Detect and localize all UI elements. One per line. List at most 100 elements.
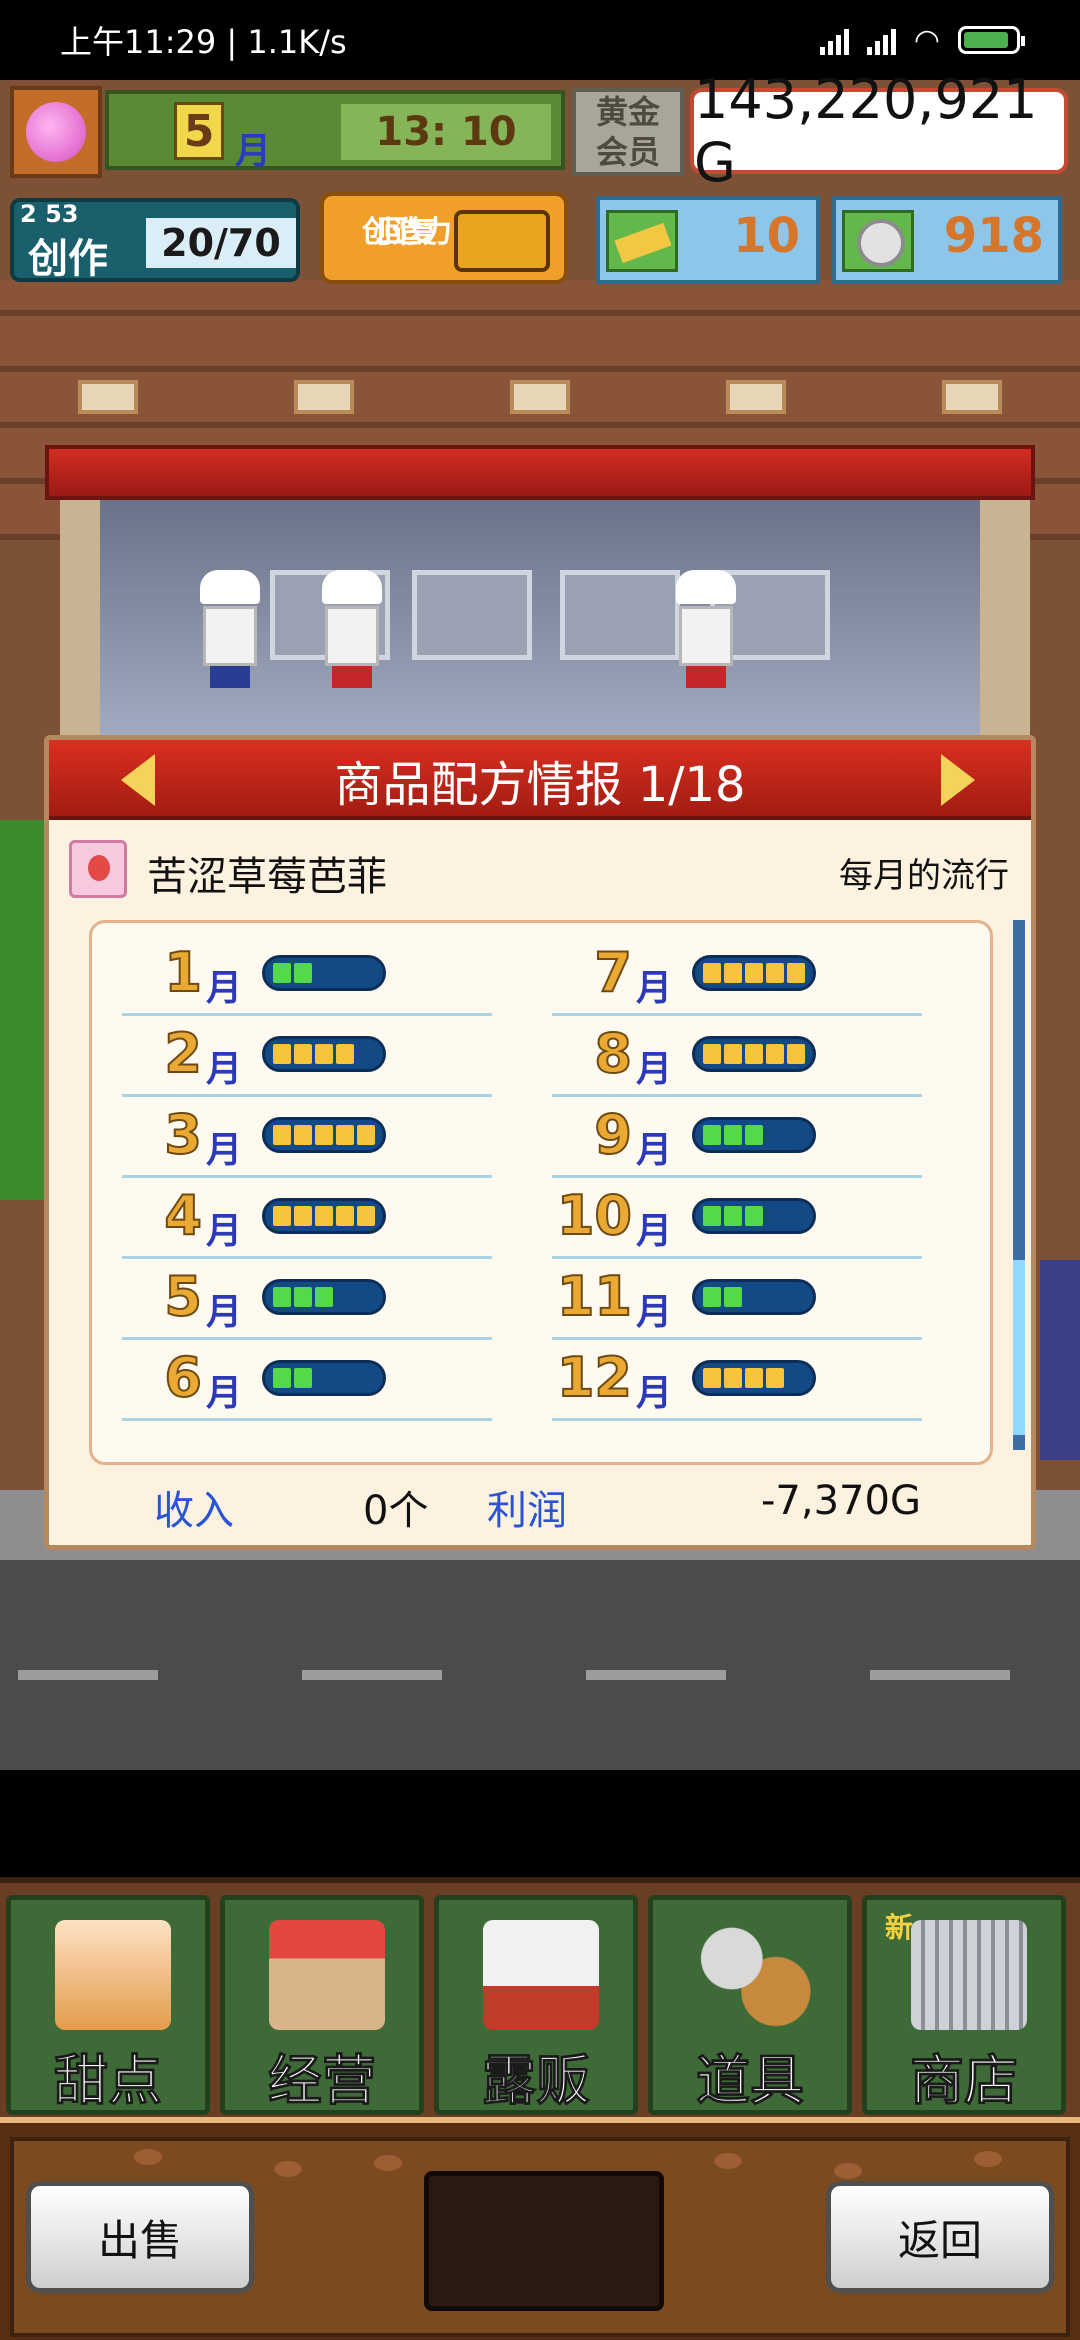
road <box>0 1560 1080 1770</box>
popularity-bar <box>692 1198 816 1234</box>
creativity-label: 创作 <box>28 236 108 282</box>
popularity-segment <box>766 963 784 983</box>
menu-items-button[interactable]: 道具 <box>648 1895 852 2115</box>
popularity-segment <box>357 1125 375 1145</box>
wall-windows <box>0 380 1080 440</box>
menu-label: 道具 <box>696 2049 805 2113</box>
top-hud: 5 月 13: 10 黄金 会员 143,220,921 G 2 53 创作 2… <box>0 68 1080 284</box>
customer-character[interactable] <box>1040 1260 1080 1460</box>
restore-creativity-button[interactable]: 回复 创造力 <box>320 192 568 284</box>
ticket-counter[interactable]: 10 <box>596 196 820 284</box>
vip-label-1: 黄金 <box>595 93 660 131</box>
popularity-segment <box>724 1287 742 1307</box>
popularity-segment <box>724 1125 742 1145</box>
menu-label: 商店 <box>910 2049 1019 2113</box>
medal-count: 918 <box>943 208 1044 264</box>
month-unit: 月 <box>636 1130 673 1171</box>
menu-stall-button[interactable]: 露贩 <box>434 1895 638 2115</box>
month-number: 2 <box>163 1021 203 1086</box>
monthly-trend-label: 每月的流行 <box>839 856 1009 896</box>
row-divider <box>122 1418 492 1421</box>
row-divider <box>552 1013 922 1016</box>
month-number: 4 <box>163 1183 203 1248</box>
item-name: 苦涩草莓芭菲 <box>147 854 387 900</box>
popularity-segment <box>294 1044 312 1064</box>
chef-character[interactable] <box>676 570 736 690</box>
popularity-segment <box>336 1206 354 1226</box>
gear-bag-icon <box>697 1920 813 2030</box>
scrollbar[interactable] <box>1013 920 1025 1450</box>
month-unit: 月 <box>235 131 272 172</box>
popularity-segment <box>724 1206 742 1226</box>
month-row: 6月 <box>122 1342 522 1422</box>
monthly-popularity-panel[interactable]: 1 月 2 月 3 月 4 月 5 月 6 月 7 月 8 月 9 月 10 月 11 月 12 月 <box>89 920 993 1465</box>
menu-manage-button[interactable]: 经营 <box>220 1895 424 2115</box>
row-divider <box>122 1094 492 1097</box>
popularity-segment <box>745 1206 763 1226</box>
popularity-segment <box>315 1125 333 1145</box>
main-menu: 甜点 经营 露贩 道具 新 商店 <box>0 1877 1080 2117</box>
cart-icon <box>911 1920 1027 2030</box>
menu-dessert-button[interactable]: 甜点 <box>6 1895 210 2115</box>
popularity-segment <box>766 1044 784 1064</box>
chef-character[interactable] <box>322 570 382 690</box>
popularity-segment <box>315 1287 333 1307</box>
menu-label: 甜点 <box>54 2049 163 2113</box>
popularity-segment <box>273 963 291 983</box>
status-time: 上午11:29 | 1.1K/s <box>60 23 347 61</box>
popularity-segment <box>294 963 312 983</box>
popularity-bar <box>692 1279 816 1315</box>
popularity-bar <box>692 1117 816 1153</box>
popularity-bar <box>262 1360 386 1396</box>
medal-counter[interactable]: 918 <box>832 196 1062 284</box>
shop-avatar[interactable] <box>10 86 102 178</box>
popularity-segment <box>703 1368 721 1388</box>
sell-button[interactable]: 出售 <box>26 2181 254 2293</box>
vip-badge[interactable]: 黄金 会员 <box>572 88 684 176</box>
profit-label: 利润 <box>487 1488 567 1534</box>
popularity-segment <box>315 1206 333 1226</box>
oven-icon <box>560 570 680 660</box>
month-number: 10 <box>556 1183 633 1248</box>
tv-icon <box>454 210 550 272</box>
back-button[interactable]: 返回 <box>826 2181 1054 2293</box>
item-row: 苦涩草莓芭菲 每月的流行 <box>69 838 1015 902</box>
month-number: 9 <box>593 1102 633 1167</box>
row-divider <box>122 1256 492 1259</box>
tree <box>0 820 50 1200</box>
month-unit: 月 <box>636 968 673 1009</box>
popularity-segment <box>745 1368 763 1388</box>
row-divider <box>552 1175 922 1178</box>
month-number: 8 <box>593 1021 633 1086</box>
month-unit: 月 <box>206 1130 243 1171</box>
game-screen: 上午11:29 | 1.1K/s ◠ 5 月 13: 10 黄金 会员 143,… <box>0 0 1080 2340</box>
popularity-segment <box>745 963 763 983</box>
month-unit: 月 <box>206 968 243 1009</box>
popularity-bar <box>262 1036 386 1072</box>
row-divider <box>122 1013 492 1016</box>
popularity-segment <box>273 1368 291 1388</box>
bottom-bar: 出售 返回 <box>0 2117 1080 2340</box>
menu-label: 经营 <box>268 2049 377 2113</box>
row-divider <box>552 1094 922 1097</box>
month-unit: 月 <box>206 1292 243 1333</box>
popularity-segment <box>724 963 742 983</box>
popularity-segment <box>766 1368 784 1388</box>
bottom-panel: 出售 返回 <box>10 2137 1070 2337</box>
popularity-segment <box>703 1125 721 1145</box>
next-arrow-icon[interactable] <box>941 754 975 806</box>
date-bar: 5 月 13: 10 <box>105 90 565 172</box>
creativity-meter[interactable]: 2 53 创作 20/70 <box>10 198 300 282</box>
popularity-segment <box>273 1287 291 1307</box>
month-row: 2月 <box>122 1018 522 1098</box>
chef-character[interactable] <box>200 570 260 690</box>
popularity-bar <box>692 1360 816 1396</box>
menu-store-button[interactable]: 新 商店 <box>862 1895 1066 2115</box>
month-unit: 月 <box>206 1049 243 1090</box>
month-unit: 月 <box>206 1211 243 1252</box>
truck-icon <box>483 1920 599 2030</box>
wifi-icon: ◠ <box>913 22 940 58</box>
profit-value: -7,370G <box>761 1478 921 1524</box>
month-number: 7 <box>593 940 633 1005</box>
status-icons: ◠ <box>819 22 1025 58</box>
